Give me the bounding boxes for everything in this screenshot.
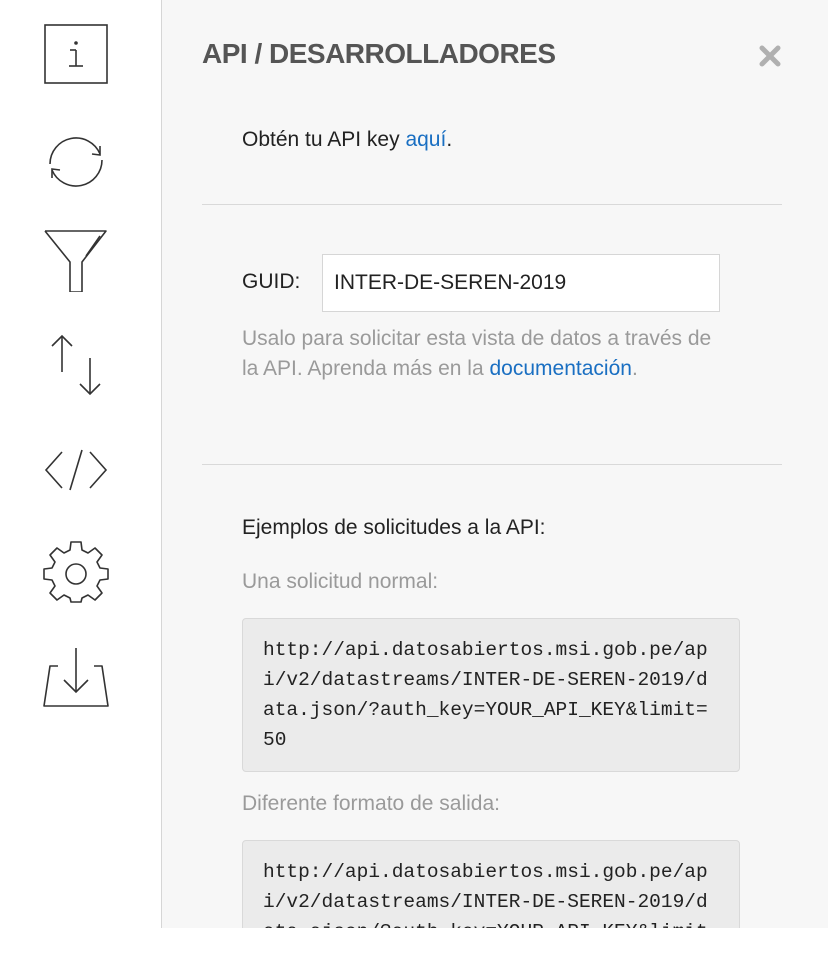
api-developers-panel: API / DESARROLLADORES Obtén tu API key a… <box>162 0 828 928</box>
info-button[interactable] <box>42 22 110 86</box>
guid-label: GUID: <box>242 270 301 293</box>
normal-request-code[interactable]: http://api.datosabiertos.msi.gob.pe/api/… <box>242 618 740 772</box>
format-request-code[interactable]: http://api.datosabiertos.msi.gob.pe/api/… <box>242 840 740 928</box>
embed-code-icon <box>44 449 108 491</box>
api-key-text: Obtén tu API key aquí. <box>242 128 452 152</box>
api-key-link[interactable]: aquí <box>405 128 446 151</box>
guid-field[interactable] <box>322 254 720 312</box>
settings-button[interactable] <box>42 540 110 604</box>
filter-button[interactable] <box>42 228 110 292</box>
tool-sidebar <box>0 0 162 928</box>
sort-icon <box>51 334 101 396</box>
download-icon <box>43 648 109 707</box>
format-request-label: Diferente formato de salida: <box>242 792 500 815</box>
divider <box>202 204 782 205</box>
filter-icon <box>44 230 107 292</box>
sort-button[interactable] <box>42 332 110 396</box>
close-button[interactable] <box>756 42 784 70</box>
panel-title: API / DESARROLLADORES <box>202 38 556 69</box>
guid-help-suffix: . <box>631 357 638 380</box>
info-icon <box>44 24 108 84</box>
api-key-prefix: Obtén tu API key <box>242 128 406 151</box>
normal-request-label: Una solicitud normal: <box>242 570 439 593</box>
guid-help-body: Usalo para solicitar esta vista de datos… <box>242 327 712 380</box>
guid-help-text: Usalo para solicitar esta vista de datos… <box>242 324 712 384</box>
refresh-icon <box>49 137 103 187</box>
examples-heading: Ejemplos de solicitudes a la API: <box>242 516 546 539</box>
documentation-link[interactable]: documentación <box>490 357 632 380</box>
divider <box>202 464 782 465</box>
app-window: API / DESARROLLADORES Obtén tu API key a… <box>0 0 828 928</box>
refresh-button[interactable] <box>42 130 110 194</box>
api-key-suffix: . <box>446 128 453 151</box>
download-button[interactable] <box>42 644 110 708</box>
gear-icon <box>43 541 109 603</box>
close-icon <box>759 45 781 67</box>
embed-button[interactable] <box>42 438 110 502</box>
